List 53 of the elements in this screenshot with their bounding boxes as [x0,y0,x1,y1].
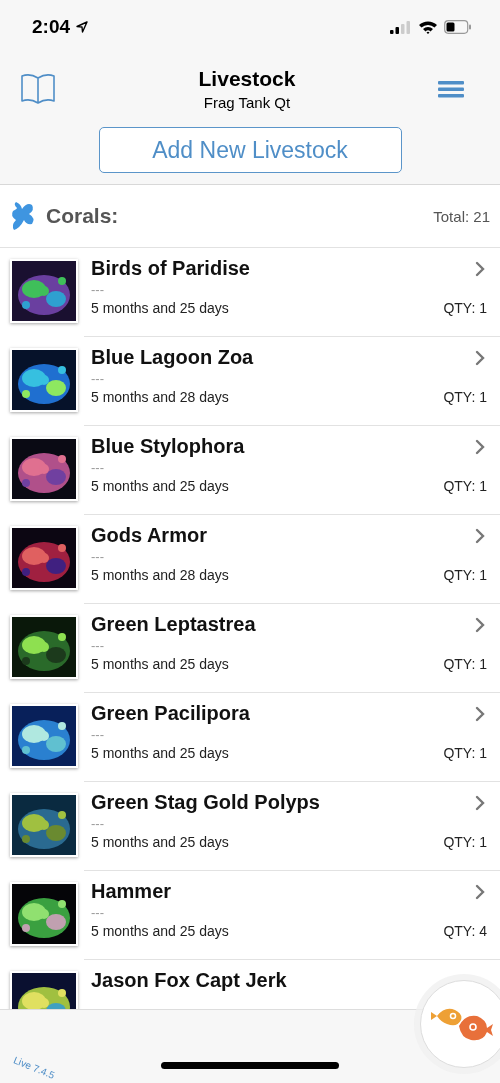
coral-age: 5 months and 25 days [91,300,229,316]
tank-name: Frag Tank Qt [202,94,292,111]
coral-name[interactable]: Gods Armor [91,524,207,547]
coral-note: --- [91,905,105,920]
coral-age: 5 months and 28 days [91,389,229,405]
menu-icon[interactable] [438,80,464,98]
coral-name[interactable]: Green Pacilipora [91,702,250,725]
total-count: Total: 21 [433,207,490,225]
chevron-icon[interactable] [475,794,485,811]
coral-age: 5 months and 25 days [91,656,229,672]
chevron-icon[interactable] [475,438,485,455]
coral-note: --- [91,727,105,742]
quantity: QTY: 1 [443,656,487,672]
signal-icon [390,20,412,34]
coral-name[interactable]: Hammer [91,880,172,903]
version-label: Live 7.4.5 [11,1054,57,1081]
chevron-icon[interactable] [475,527,485,544]
quantity: QTY: 1 [443,389,487,405]
chevron-icon[interactable] [475,260,485,277]
coral-age: 5 months and 25 days [91,478,229,494]
coral-note: --- [91,282,105,297]
coral-name[interactable]: Blue Lagoon Zoa [91,346,254,369]
chevron-icon[interactable] [475,349,485,366]
book-icon[interactable] [20,73,56,105]
page-title: Livestock [198,67,296,91]
wifi-icon [418,20,438,34]
coral-note: --- [91,460,105,475]
status-time: 2:04 [32,16,71,38]
coral-note: --- [91,371,105,386]
coral-name[interactable]: Birds of Paridise [91,257,250,280]
coral-age: 5 months and 25 days [91,834,229,850]
quantity: QTY: 1 [443,745,487,761]
chevron-icon[interactable] [475,883,485,900]
chevron-icon[interactable] [475,705,485,722]
coral-name[interactable]: Green Stag Gold Polyps [91,791,320,814]
quantity: QTY: 1 [443,478,487,494]
location-arrow-icon [76,21,89,33]
quantity: QTY: 1 [443,567,487,583]
quantity: QTY: 1 [443,834,487,850]
coral-note: --- [91,638,105,653]
coral-age: 5 months and 25 days [91,923,229,939]
quantity: QTY: 4 [443,923,487,939]
chevron-icon[interactable] [475,616,485,633]
coral-note: --- [91,816,105,831]
battery-icon [444,20,472,34]
coral-note: --- [91,549,105,564]
coral-name[interactable]: Green Leptastrea [91,613,256,636]
quantity: QTY: 1 [443,300,487,316]
section-title: Corals: [46,204,119,228]
coral-name[interactable]: Blue Stylophora [91,435,245,458]
coral-age: 5 months and 25 days [91,745,229,761]
coral-age: 5 months and 28 days [91,567,229,583]
coral-name[interactable]: Jason Fox Capt Jerk [91,969,287,992]
